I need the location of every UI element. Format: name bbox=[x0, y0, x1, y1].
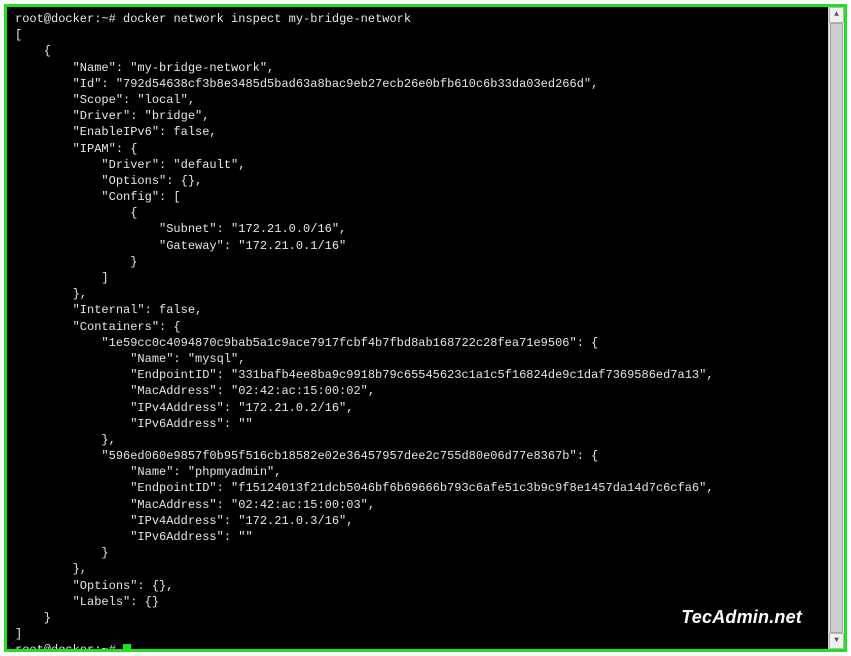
scrollbar-track[interactable] bbox=[829, 23, 844, 633]
watermark-text: TecAdmin.net bbox=[681, 605, 802, 629]
terminal-content: root@docker:~# docker network inspect my… bbox=[15, 11, 820, 649]
command-output: [ { "Name": "my-bridge-network", "Id": "… bbox=[15, 28, 714, 641]
scroll-up-button[interactable]: ▲ bbox=[829, 7, 844, 23]
command-text: docker network inspect my-bridge-network bbox=[123, 12, 411, 26]
scrollbar-thumb[interactable] bbox=[830, 23, 843, 633]
shell-prompt: root@docker:~# bbox=[15, 643, 116, 649]
scroll-down-button[interactable]: ▼ bbox=[829, 633, 844, 649]
terminal-window: root@docker:~# docker network inspect my… bbox=[4, 4, 847, 652]
terminal-viewport[interactable]: root@docker:~# docker network inspect my… bbox=[7, 7, 828, 649]
shell-prompt: root@docker:~# bbox=[15, 12, 116, 26]
vertical-scrollbar[interactable]: ▲ ▼ bbox=[828, 7, 844, 649]
cursor bbox=[123, 644, 131, 649]
chevron-up-icon: ▲ bbox=[834, 10, 839, 21]
chevron-down-icon: ▼ bbox=[834, 636, 839, 647]
